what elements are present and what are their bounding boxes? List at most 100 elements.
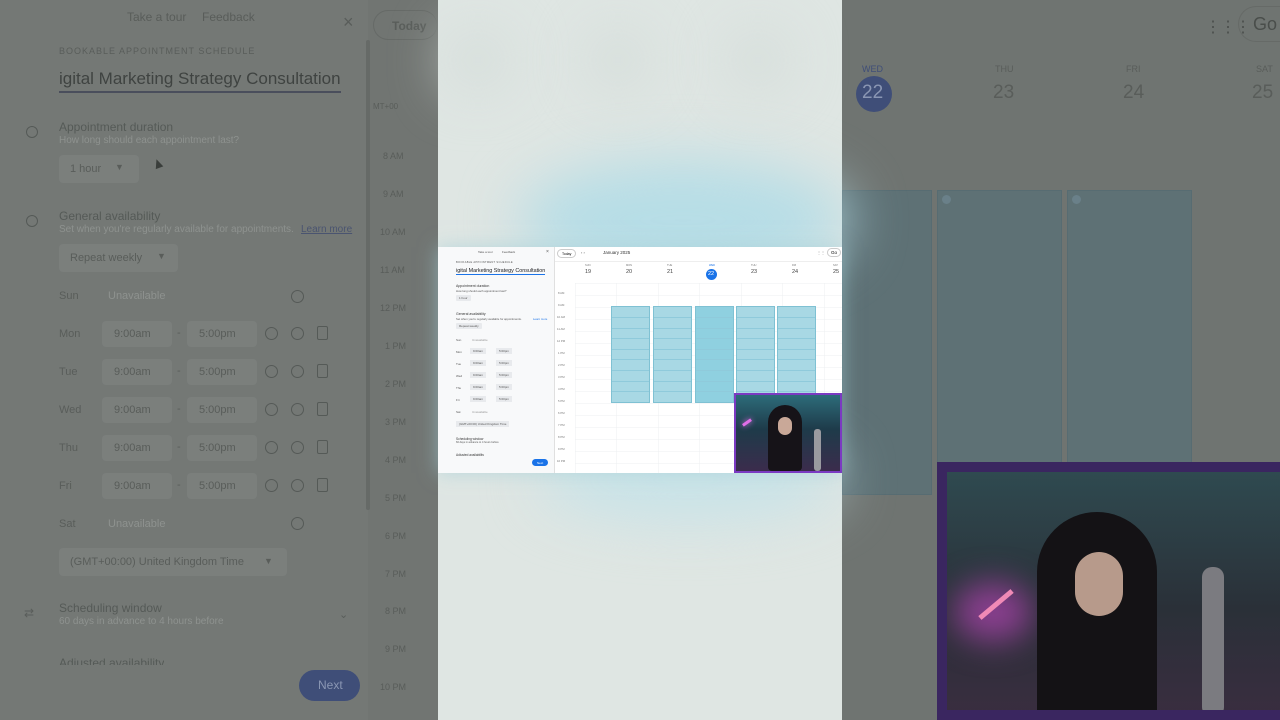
mini-availability-wed[interactable] <box>695 306 734 403</box>
mini-start[interactable]: 9:00am <box>470 384 487 390</box>
mini-timezone-select[interactable]: (GMT+00:00) United Kingdom Time <box>456 421 510 427</box>
section-label: BOOKABLE APPOINTMENT SCHEDULE <box>59 46 256 56</box>
person-face <box>1075 552 1123 616</box>
swap-icon: ⇄ <box>24 606 35 620</box>
mini-day-num[interactable]: 25 <box>833 269 839 275</box>
mini-repeat-select[interactable]: Repeat weekly <box>456 323 482 329</box>
day-num-sat[interactable]: 25 <box>1252 82 1273 104</box>
mini-feedback[interactable]: Feedback <box>502 250 515 254</box>
block-icon <box>942 195 951 204</box>
availability-block[interactable] <box>1067 190 1192 495</box>
copy-icon[interactable] <box>317 326 328 340</box>
add-hours-icon[interactable] <box>291 479 304 492</box>
tue-end-time[interactable]: 5:00pm <box>187 359 257 385</box>
availability-block[interactable] <box>842 190 932 495</box>
mini-nav-arrows[interactable]: ‹ › <box>581 250 585 255</box>
mini-take-tour[interactable]: Take a tour <box>478 250 493 254</box>
add-hours-icon[interactable] <box>291 517 304 530</box>
mini-availability-mon[interactable] <box>611 306 650 403</box>
mini-day-num[interactable]: 24 <box>792 269 798 275</box>
mini-dow: SAT <box>833 264 838 267</box>
mini-duration-select[interactable]: 1 hour <box>456 295 471 301</box>
side-panel-scrollbar[interactable] <box>366 40 370 510</box>
mini-title[interactable]: igital Marketing Strategy Consultation <box>456 268 546 275</box>
mini-google-button[interactable]: Go <box>827 248 842 257</box>
scheduling-window-title[interactable]: Scheduling window <box>59 601 162 615</box>
unavailable-icon[interactable] <box>265 403 278 416</box>
add-hours-icon[interactable] <box>291 441 304 454</box>
adjusted-availability-title[interactable]: Adjusted availability <box>59 656 164 665</box>
person-face <box>778 417 792 435</box>
fri-end-time[interactable]: 5:00pm <box>187 473 257 499</box>
copy-icon[interactable] <box>317 402 328 416</box>
mini-end[interactable]: 5:00pm <box>496 348 513 354</box>
time-label: 5 PM <box>385 493 407 503</box>
mini-availability-fri[interactable] <box>777 306 816 403</box>
mini-start[interactable]: 9:00am <box>470 348 487 354</box>
copy-icon[interactable] <box>317 478 328 492</box>
mini-learn-more[interactable]: Learn more <box>533 317 547 321</box>
chevron-down-icon: ▼ <box>264 556 273 566</box>
person-silhouette <box>1037 512 1157 710</box>
mini-availability-thu[interactable] <box>736 306 775 403</box>
unavailable-icon[interactable] <box>265 365 278 378</box>
today-date-circle[interactable]: 22 <box>856 76 892 112</box>
mini-time: 8 PM <box>558 435 565 439</box>
mini-end[interactable]: 5:00pm <box>496 372 513 378</box>
mini-start[interactable]: 9:00am <box>470 396 487 402</box>
mini-close-icon[interactable]: × <box>546 249 549 255</box>
mini-availability-tue[interactable] <box>653 306 692 403</box>
copy-icon[interactable] <box>317 440 328 454</box>
thu-start-time[interactable]: 9:00am <box>102 435 172 461</box>
mini-end[interactable]: 5:00pm <box>496 384 513 390</box>
fri-start-time[interactable]: 9:00am <box>102 473 172 499</box>
mini-start[interactable]: 9:00am <box>470 360 487 366</box>
tue-start-time[interactable]: 9:00am <box>102 359 172 385</box>
mini-day-num[interactable]: 20 <box>626 269 632 275</box>
google-account-button[interactable]: Go <box>1238 6 1280 42</box>
mini-today-circle[interactable]: 22 <box>706 269 717 280</box>
unavailable-icon[interactable] <box>265 479 278 492</box>
add-hours-icon[interactable] <box>291 403 304 416</box>
mini-next-button[interactable]: Next <box>532 459 549 466</box>
next-button[interactable]: Next <box>299 670 360 701</box>
mini-adjusted[interactable]: Adjusted availability <box>456 453 484 456</box>
mini-day-num[interactable]: 23 <box>751 269 757 275</box>
mini-day: Wed <box>456 374 463 378</box>
mini-end[interactable]: 5:00pm <box>496 360 513 366</box>
add-hours-icon[interactable] <box>291 365 304 378</box>
unavailable-icon[interactable] <box>265 327 278 340</box>
mini-day-num[interactable]: 21 <box>667 269 673 275</box>
mini-day-num[interactable]: 19 <box>585 269 591 275</box>
day-num-thu[interactable]: 23 <box>993 82 1014 104</box>
mini-apps-icon[interactable]: ⋮⋮ <box>817 250 825 255</box>
block-icon <box>1072 195 1081 204</box>
schedule-title-input[interactable]: igital Marketing Strategy Consultation <box>59 69 341 93</box>
close-icon[interactable]: × <box>343 12 354 33</box>
expand-chevron-icon[interactable]: ⌄ <box>339 608 348 621</box>
day-num-fri[interactable]: 24 <box>1123 82 1144 104</box>
add-hours-icon[interactable] <box>291 290 304 303</box>
mini-today-button[interactable]: Today <box>557 249 577 258</box>
add-hours-icon[interactable] <box>291 327 304 340</box>
mon-end-time[interactable]: 5:00pm <box>187 321 257 347</box>
repeat-select[interactable]: Repeat weekly ▼ <box>59 244 178 272</box>
learn-more-link[interactable]: Learn more <box>301 224 352 235</box>
mini-duration-title: Appointment duration <box>456 284 490 288</box>
copy-icon[interactable] <box>317 364 328 378</box>
unavailable-icon[interactable] <box>265 441 278 454</box>
wed-start-time[interactable]: 9:00am <box>102 397 172 423</box>
wed-end-time[interactable]: 5:00pm <box>187 397 257 423</box>
mini-start[interactable]: 9:00am <box>470 372 487 378</box>
mon-start-time[interactable]: 9:00am <box>102 321 172 347</box>
mini-time: 2 PM <box>558 363 565 367</box>
mini-end[interactable]: 5:00pm <box>496 396 513 402</box>
feedback-link[interactable]: Feedback <box>202 10 255 24</box>
person-silhouette <box>768 405 802 471</box>
thu-end-time[interactable]: 5:00pm <box>187 435 257 461</box>
take-a-tour-link[interactable]: Take a tour <box>127 10 186 24</box>
time-dash: - <box>177 365 181 377</box>
duration-select[interactable]: 1 hour ▼ <box>59 155 139 183</box>
availability-block[interactable] <box>937 190 1062 495</box>
timezone-select[interactable]: (GMT+00:00) United Kingdom Time ▼ <box>59 548 287 576</box>
